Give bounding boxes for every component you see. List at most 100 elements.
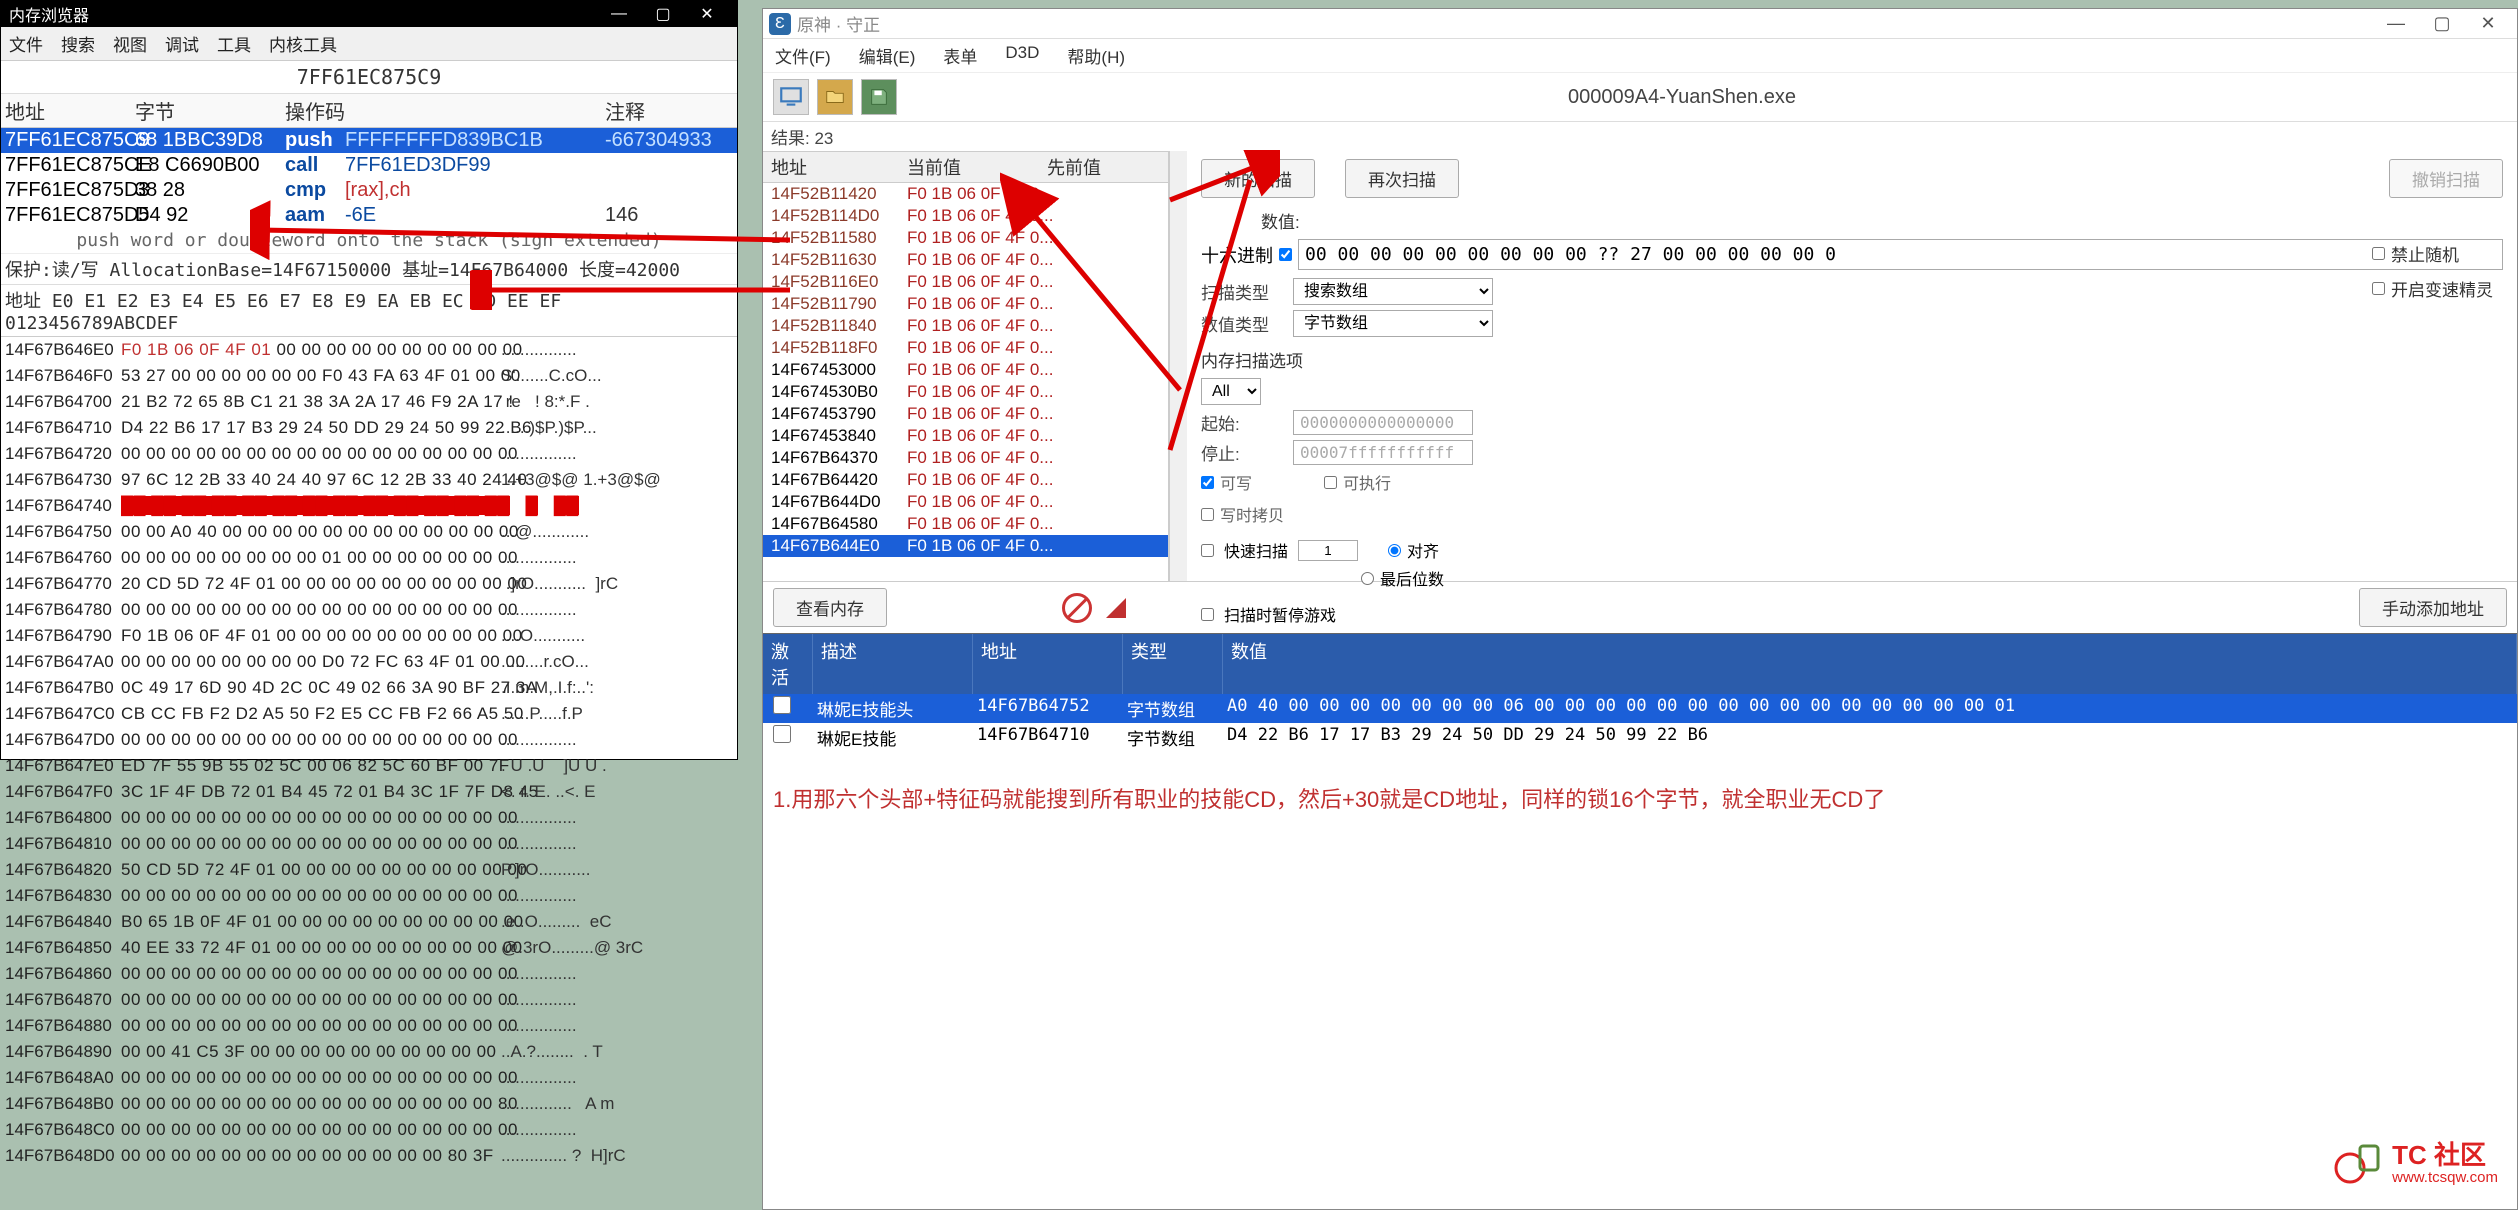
hex-row[interactable]: 14F67B648A000 00 00 00 00 00 00 00 00 00… bbox=[5, 1065, 733, 1091]
speedhack-checkbox[interactable] bbox=[2372, 282, 2385, 295]
hex-row[interactable]: 14F67B6481000 00 00 00 00 00 00 00 00 00… bbox=[5, 831, 733, 857]
hex-row[interactable]: 14F67B647B00C 49 17 6D 90 4D 2C 0C 49 02… bbox=[5, 675, 733, 701]
ce-menu-item[interactable]: D3D bbox=[1005, 43, 1039, 68]
hex-row[interactable]: 14F67B6486000 00 00 00 00 00 00 00 00 00… bbox=[5, 961, 733, 987]
close-icon[interactable]: ✕ bbox=[685, 4, 729, 24]
scan-result-row[interactable]: 14F52B11580F0 1B 06 0F 4F 0... bbox=[763, 227, 1168, 249]
executable-checkbox[interactable] bbox=[1324, 476, 1337, 489]
ce-title-bar[interactable]: Ɛ 原神 · 守正 — ▢ ✕ bbox=[763, 9, 2517, 39]
new-scan-button[interactable]: 新的扫描 bbox=[1201, 159, 1315, 198]
disable-random-checkbox[interactable] bbox=[2372, 247, 2385, 260]
scan-result-row[interactable]: 14F67B64420F0 1B 06 0F 4F 0... bbox=[763, 469, 1168, 491]
left-menu-item[interactable]: 工具 bbox=[217, 31, 251, 56]
left-title-bar[interactable]: 内存浏览器 — ▢ ✕ bbox=[1, 1, 737, 27]
hex-row[interactable]: 14F67B646F053 27 00 00 00 00 00 00 F0 43… bbox=[5, 363, 733, 389]
hex-row[interactable]: 14F67B6478000 00 00 00 00 00 00 00 00 00… bbox=[5, 597, 733, 623]
scan-result-row[interactable]: 14F52B11630F0 1B 06 0F 4F 0... bbox=[763, 249, 1168, 271]
hex-row[interactable]: 14F67B6470021 B2 72 65 8B C1 21 38 3A 2A… bbox=[5, 389, 733, 415]
scan-result-row[interactable]: 14F67B64580F0 1B 06 0F 4F 0... bbox=[763, 513, 1168, 535]
open-file-button[interactable] bbox=[817, 79, 853, 115]
add-corner-icon[interactable] bbox=[1104, 596, 1128, 620]
align-radio[interactable] bbox=[1388, 544, 1401, 557]
left-menu-item[interactable]: 文件 bbox=[9, 31, 43, 56]
left-menu-item[interactable]: 调试 bbox=[165, 31, 199, 56]
hex-row[interactable]: 14F67B64840B0 65 1B 0F 4F 01 00 00 00 00… bbox=[5, 909, 733, 935]
close-icon[interactable]: ✕ bbox=[2465, 13, 2511, 34]
writable-checkbox[interactable] bbox=[1201, 476, 1214, 489]
ce-menu-item[interactable]: 文件(F) bbox=[775, 43, 831, 68]
scan-value-input[interactable] bbox=[1298, 239, 2503, 270]
disasm-row[interactable]: 7FF61EC875D5D4 92aam-6E146 bbox=[1, 203, 737, 228]
hex-row[interactable]: 14F67B64790F0 1B 06 0F 4F 01 00 00 00 00… bbox=[5, 623, 733, 649]
address-list-row[interactable]: 琳妮E技能14F67B64710字节数组D4 22 B6 17 17 B3 29… bbox=[763, 723, 2517, 752]
scrollbar[interactable] bbox=[1169, 151, 1187, 581]
start-address-input[interactable] bbox=[1293, 410, 1473, 435]
hex-row[interactable]: 14F67B647E0ED 7F 55 9B 55 02 5C 00 06 82… bbox=[5, 753, 733, 779]
scan-result-row[interactable]: 14F52B118F0F0 1B 06 0F 4F 0... bbox=[763, 337, 1168, 359]
undo-scan-button[interactable]: 撤销扫描 bbox=[2389, 159, 2503, 198]
left-menu-item[interactable]: 内核工具 bbox=[269, 31, 337, 56]
hex-row[interactable]: 14F67B6473097 6C 12 2B 33 40 24 40 97 6C… bbox=[5, 467, 733, 493]
value-type-select[interactable]: 字节数组 bbox=[1293, 310, 1493, 337]
minimize-icon[interactable]: — bbox=[2373, 13, 2419, 34]
preset-select[interactable]: All bbox=[1201, 378, 1261, 405]
maximize-icon[interactable]: ▢ bbox=[641, 4, 685, 24]
ce-menu-item[interactable]: 帮助(H) bbox=[1067, 43, 1125, 68]
save-file-button[interactable] bbox=[861, 79, 897, 115]
hex-checkbox[interactable] bbox=[1279, 248, 1292, 261]
scan-result-row[interactable]: 14F52B114D0F0 1B 06 0F 4F 0... bbox=[763, 205, 1168, 227]
scan-result-row[interactable]: 14F674530B0F0 1B 06 0F 4F 0... bbox=[763, 381, 1168, 403]
minimize-icon[interactable]: — bbox=[597, 5, 641, 23]
select-process-button[interactable] bbox=[773, 79, 809, 115]
hex-row[interactable]: 14F67B6475000 00 A0 40 00 00 00 00 00 00… bbox=[5, 519, 733, 545]
scan-result-row[interactable]: 14F67453790F0 1B 06 0F 4F 0... bbox=[763, 403, 1168, 425]
last-digit-radio[interactable] bbox=[1361, 572, 1374, 585]
hex-row[interactable]: 14F67B6489000 00 41 C5 3F 00 00 00 00 00… bbox=[5, 1039, 733, 1065]
next-scan-button[interactable]: 再次扫描 bbox=[1345, 159, 1459, 198]
hex-row[interactable]: 14F67B648B000 00 00 00 00 00 00 00 00 00… bbox=[5, 1091, 733, 1117]
hex-row[interactable]: 14F67B6482050 CD 5D 72 4F 01 00 00 00 00… bbox=[5, 857, 733, 883]
disasm-row[interactable]: 7FF61EC875D338 28cmp[rax],ch bbox=[1, 178, 737, 203]
hex-row[interactable]: 14F67B6477020 CD 5D 72 4F 01 00 00 00 00… bbox=[5, 571, 733, 597]
scan-result-row[interactable]: 14F67453840F0 1B 06 0F 4F 0... bbox=[763, 425, 1168, 447]
stop-icon[interactable] bbox=[1062, 593, 1092, 623]
address-list-row[interactable]: 琳妮E技能头14F67B64752字节数组A0 40 00 00 00 00 0… bbox=[763, 694, 2517, 723]
scan-result-row[interactable]: 14F52B11420F0 1B 06 0F 4F 0... bbox=[763, 183, 1168, 205]
scan-result-row[interactable]: 14F52B11840F0 1B 06 0F 4F 0... bbox=[763, 315, 1168, 337]
disasm-row[interactable]: 7FF61EC875CEE8 C6690B00call7FF61ED3DF99 bbox=[1, 153, 737, 178]
ce-menu-item[interactable]: 表单 bbox=[943, 43, 977, 68]
freeze-checkbox[interactable] bbox=[773, 725, 791, 743]
hex-row[interactable]: 14F67B646E0F0 1B 06 0F 4F 01 00 00 00 00… bbox=[5, 337, 733, 363]
alignment-input[interactable] bbox=[1298, 540, 1358, 561]
scan-result-row[interactable]: 14F67B64370F0 1B 06 0F 4F 0... bbox=[763, 447, 1168, 469]
hex-row[interactable]: 14F67B6488000 00 00 00 00 00 00 00 00 00… bbox=[5, 1013, 733, 1039]
hex-row[interactable]: 14F67B6483000 00 00 00 00 00 00 00 00 00… bbox=[5, 883, 733, 909]
hex-row[interactable]: 14F67B648C000 00 00 00 00 00 00 00 00 00… bbox=[5, 1117, 733, 1143]
scan-result-row[interactable]: 14F67B644E0F0 1B 06 0F 4F 0... bbox=[763, 535, 1168, 557]
scan-result-row[interactable]: 14F52B11790F0 1B 06 0F 4F 0... bbox=[763, 293, 1168, 315]
hex-row[interactable]: 14F67B647A000 00 00 00 00 00 00 00 D0 72… bbox=[5, 649, 733, 675]
pause-game-checkbox[interactable] bbox=[1201, 608, 1214, 621]
current-address[interactable]: 7FF61EC875C9 bbox=[1, 61, 737, 94]
ce-menu-item[interactable]: 编辑(E) bbox=[859, 43, 916, 68]
hex-row[interactable]: 14F67B6487000 00 00 00 00 00 00 00 00 00… bbox=[5, 987, 733, 1013]
hex-row[interactable]: 14F67B64740██ ██ ██ ██ ██ ██ ██ ██ ██ ██… bbox=[5, 493, 733, 519]
maximize-icon[interactable]: ▢ bbox=[2419, 13, 2465, 34]
hex-row[interactable]: 14F67B647C0CB CC FB F2 D2 A5 50 F2 E5 CC… bbox=[5, 701, 733, 727]
hex-dump[interactable]: 14F67B646E0F0 1B 06 0F 4F 01 00 00 00 00… bbox=[1, 337, 737, 1169]
hex-row[interactable]: 14F67B6485040 EE 33 72 4F 01 00 00 00 00… bbox=[5, 935, 733, 961]
scan-result-row[interactable]: 14F52B116E0F0 1B 06 0F 4F 0... bbox=[763, 271, 1168, 293]
left-menu-item[interactable]: 视图 bbox=[113, 31, 147, 56]
disasm-row[interactable]: 7FF61EC875C968 1BBC39D8pushFFFFFFFFD839B… bbox=[1, 128, 737, 153]
hex-row[interactable]: 14F67B6472000 00 00 00 00 00 00 00 00 00… bbox=[5, 441, 733, 467]
address-list[interactable]: 琳妮E技能头14F67B64752字节数组A0 40 00 00 00 00 0… bbox=[763, 694, 2517, 752]
scan-result-row[interactable]: 14F67453000F0 1B 06 0F 4F 0... bbox=[763, 359, 1168, 381]
freeze-checkbox[interactable] bbox=[773, 696, 791, 714]
hex-row[interactable]: 14F67B648D000 00 00 00 00 00 00 00 00 00… bbox=[5, 1143, 733, 1169]
cow-checkbox[interactable] bbox=[1201, 508, 1214, 521]
scan-results-list[interactable]: 14F52B11420F0 1B 06 0F 4F 0...14F52B114D… bbox=[763, 183, 1168, 581]
stop-address-input[interactable] bbox=[1293, 440, 1473, 465]
hex-row[interactable]: 14F67B6476000 00 00 00 00 00 00 00 01 00… bbox=[5, 545, 733, 571]
scan-type-select[interactable]: 搜索数组 bbox=[1293, 278, 1493, 305]
hex-row[interactable]: 14F67B64710D4 22 B6 17 17 B3 29 24 50 DD… bbox=[5, 415, 733, 441]
